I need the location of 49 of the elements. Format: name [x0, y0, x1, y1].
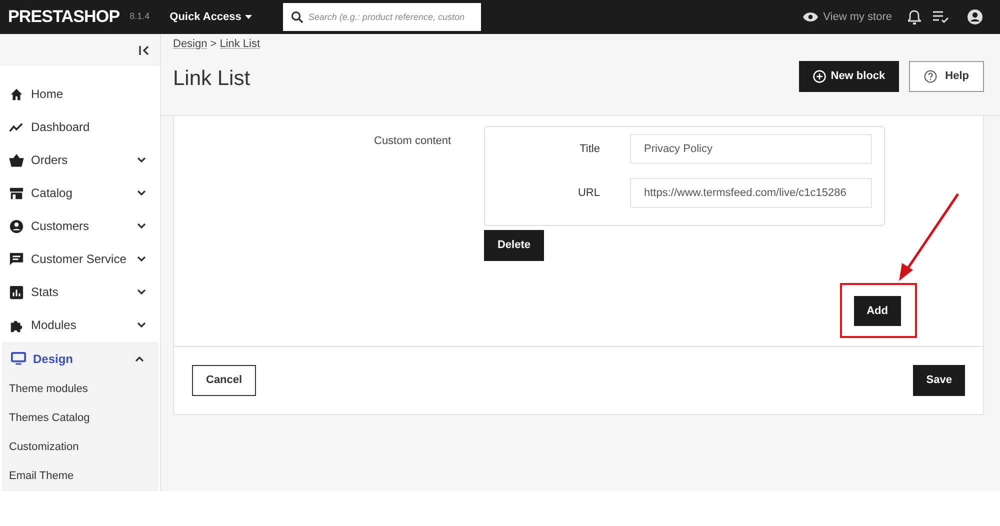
user-icon — [9, 218, 24, 234]
collapse-sidebar-icon[interactable] — [139, 46, 149, 54]
account-icon[interactable] — [967, 9, 983, 25]
home-icon — [9, 86, 24, 102]
chat-icon — [9, 252, 24, 267]
sidebar-item[interactable]: Catalog — [0, 176, 160, 210]
field-label: Title — [578, 142, 600, 157]
new-block-button[interactable]: New block — [798, 61, 900, 92]
breadcrumb-link[interactable]: Link List — [220, 36, 260, 52]
quick-access-menu[interactable]: Quick Access — [170, 8, 252, 26]
submenu-item[interactable]: Customization — [9, 439, 79, 456]
sidebar-item[interactable]: Stats — [0, 276, 160, 309]
add-button[interactable]: Add — [854, 296, 901, 326]
section-label: Custom content — [374, 134, 452, 149]
view-store-link[interactable]: View my store — [803, 8, 892, 26]
sidebar-item[interactable]: Dashboard — [0, 110, 160, 144]
search-field[interactable]: Search (e.g.: product reference, custon — [283, 3, 482, 31]
save-button[interactable]: Save — [913, 365, 965, 396]
help-button[interactable]: Help — [909, 61, 984, 92]
eye-icon — [803, 12, 818, 22]
store-icon — [9, 186, 24, 201]
notification-bell-icon[interactable] — [908, 10, 921, 24]
monitor-icon — [11, 351, 26, 366]
plus-circle-icon — [812, 70, 826, 83]
cancel-button[interactable]: Cancel — [192, 365, 256, 396]
help-icon — [924, 70, 938, 83]
sidebar-item[interactable]: Home — [0, 78, 160, 111]
sidebar-item[interactable]: Orders — [0, 144, 160, 177]
field-label: URL — [576, 186, 600, 201]
sidebar-item[interactable]: Customers — [0, 210, 160, 243]
search-icon — [291, 11, 304, 23]
breadcrumb-link[interactable]: Design — [173, 36, 208, 52]
submenu-item[interactable]: Email Theme — [9, 468, 74, 485]
version-label: 8.1.4 — [130, 10, 150, 24]
caret-icon — [245, 14, 252, 20]
bar-chart-icon — [9, 284, 24, 300]
logo: PRESTASHOP — [8, 6, 120, 28]
sidebar-item[interactable]: Modules — [0, 308, 160, 342]
sidebar-item[interactable]: Customer Service — [0, 242, 160, 276]
submenu-item[interactable]: Themes Catalog — [9, 410, 90, 427]
sidebar-item[interactable]: Design — [2, 342, 158, 376]
basket-icon — [9, 152, 24, 168]
submenu-item[interactable]: Theme modules — [9, 381, 88, 398]
text-field[interactable]: Privacy Policy — [630, 134, 872, 164]
page-title: Link List — [173, 66, 252, 92]
text-field[interactable]: https://www.termsfeed.com/live/c1c15286 — [630, 178, 872, 208]
delete-button[interactable]: Delete — [484, 230, 544, 261]
checklist-icon[interactable] — [933, 11, 949, 23]
breadcrumb-separator: > — [210, 37, 217, 52]
